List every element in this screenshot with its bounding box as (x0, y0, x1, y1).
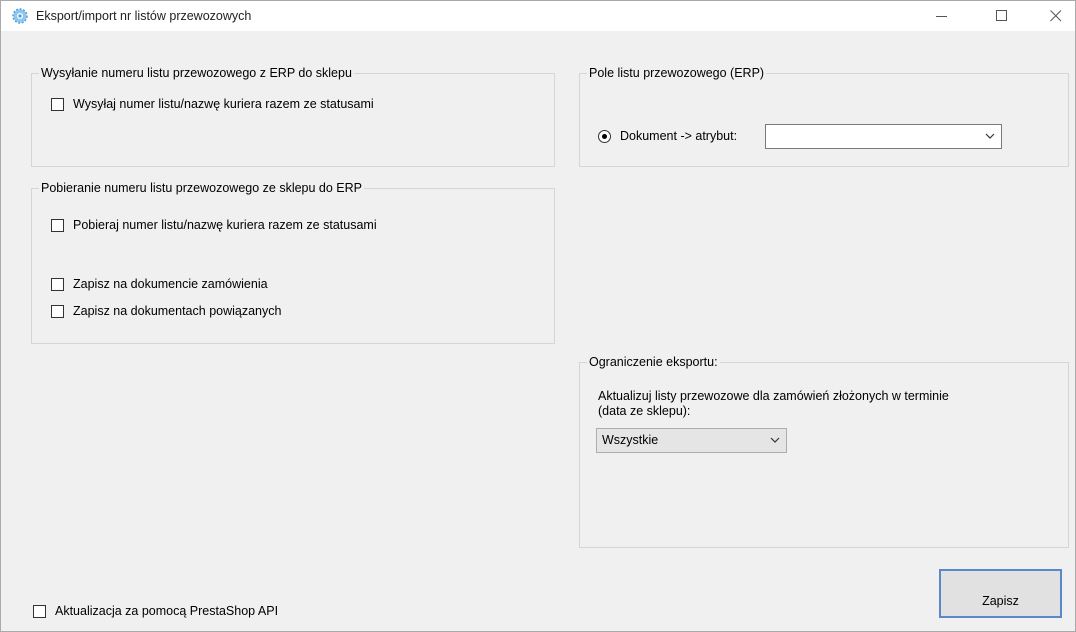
limit-description-line2: (data ze sklepu): (598, 404, 691, 418)
minimize-icon (936, 16, 947, 17)
limit-description-line1: Aktualizuj listy przewozowe dla zamówień… (598, 389, 949, 403)
limit-groupbox: Ograniczenie eksportu: Aktualizuj listy … (579, 355, 1069, 548)
checkbox-label[interactable]: Zapisz na dokumentach powiązanych (73, 304, 281, 318)
checkbox-label[interactable]: Wysyłaj numer listu/nazwę kuriera razem … (73, 97, 374, 111)
date-range-dropdown[interactable]: Wszystkie (596, 428, 787, 453)
radio-dot (602, 134, 607, 139)
fetch-group-legend: Pobieranie numeru listu przewozowego ze … (39, 181, 365, 195)
checkbox-box[interactable] (51, 278, 64, 291)
close-icon (1050, 10, 1062, 22)
save-button-label: Zapisz (982, 594, 1019, 608)
field-group-legend: Pole listu przewozowego (ERP) (587, 66, 767, 80)
chevron-down-icon (770, 437, 780, 443)
fetch-groupbox: Pobieranie numeru listu przewozowego ze … (31, 181, 555, 344)
dialog-window: Eksport/import nr listów przewozowych Wy… (0, 0, 1076, 632)
limit-group-legend: Ograniczenie eksportu: (587, 355, 720, 369)
window-title: Eksport/import nr listów przewozowych (36, 9, 252, 23)
checkbox-box[interactable] (51, 98, 64, 111)
field-groupbox: Pole listu przewozowego (ERP) Dokument -… (579, 66, 1069, 167)
send-group-legend: Wysyłanie numeru listu przewozowego z ER… (39, 66, 354, 80)
maximize-icon (996, 10, 1007, 21)
minimize-button[interactable] (919, 1, 965, 31)
checkbox-label[interactable]: Pobieraj numer listu/nazwę kuriera razem… (73, 218, 377, 232)
chevron-down-icon (985, 133, 995, 139)
date-range-value: Wszystkie (602, 433, 659, 447)
maximize-button[interactable] (979, 1, 1025, 31)
save-button[interactable]: Zapisz (939, 569, 1062, 618)
radio-circle[interactable] (598, 130, 611, 143)
checkbox-label[interactable]: Aktualizacja za pomocą PrestaShop API (55, 604, 278, 618)
attribute-dropdown[interactable] (765, 124, 1002, 149)
title-bar[interactable]: Eksport/import nr listów przewozowych (1, 1, 1075, 31)
radio-label[interactable]: Dokument -> atrybut: (620, 129, 737, 143)
checkbox-label[interactable]: Zapisz na dokumencie zamówienia (73, 277, 268, 291)
checkbox-box[interactable] (33, 605, 46, 618)
gear-icon (12, 8, 28, 24)
checkbox-box[interactable] (51, 305, 64, 318)
close-button[interactable] (1033, 1, 1076, 31)
checkbox-box[interactable] (51, 219, 64, 232)
send-groupbox: Wysyłanie numeru listu przewozowego z ER… (31, 66, 555, 167)
